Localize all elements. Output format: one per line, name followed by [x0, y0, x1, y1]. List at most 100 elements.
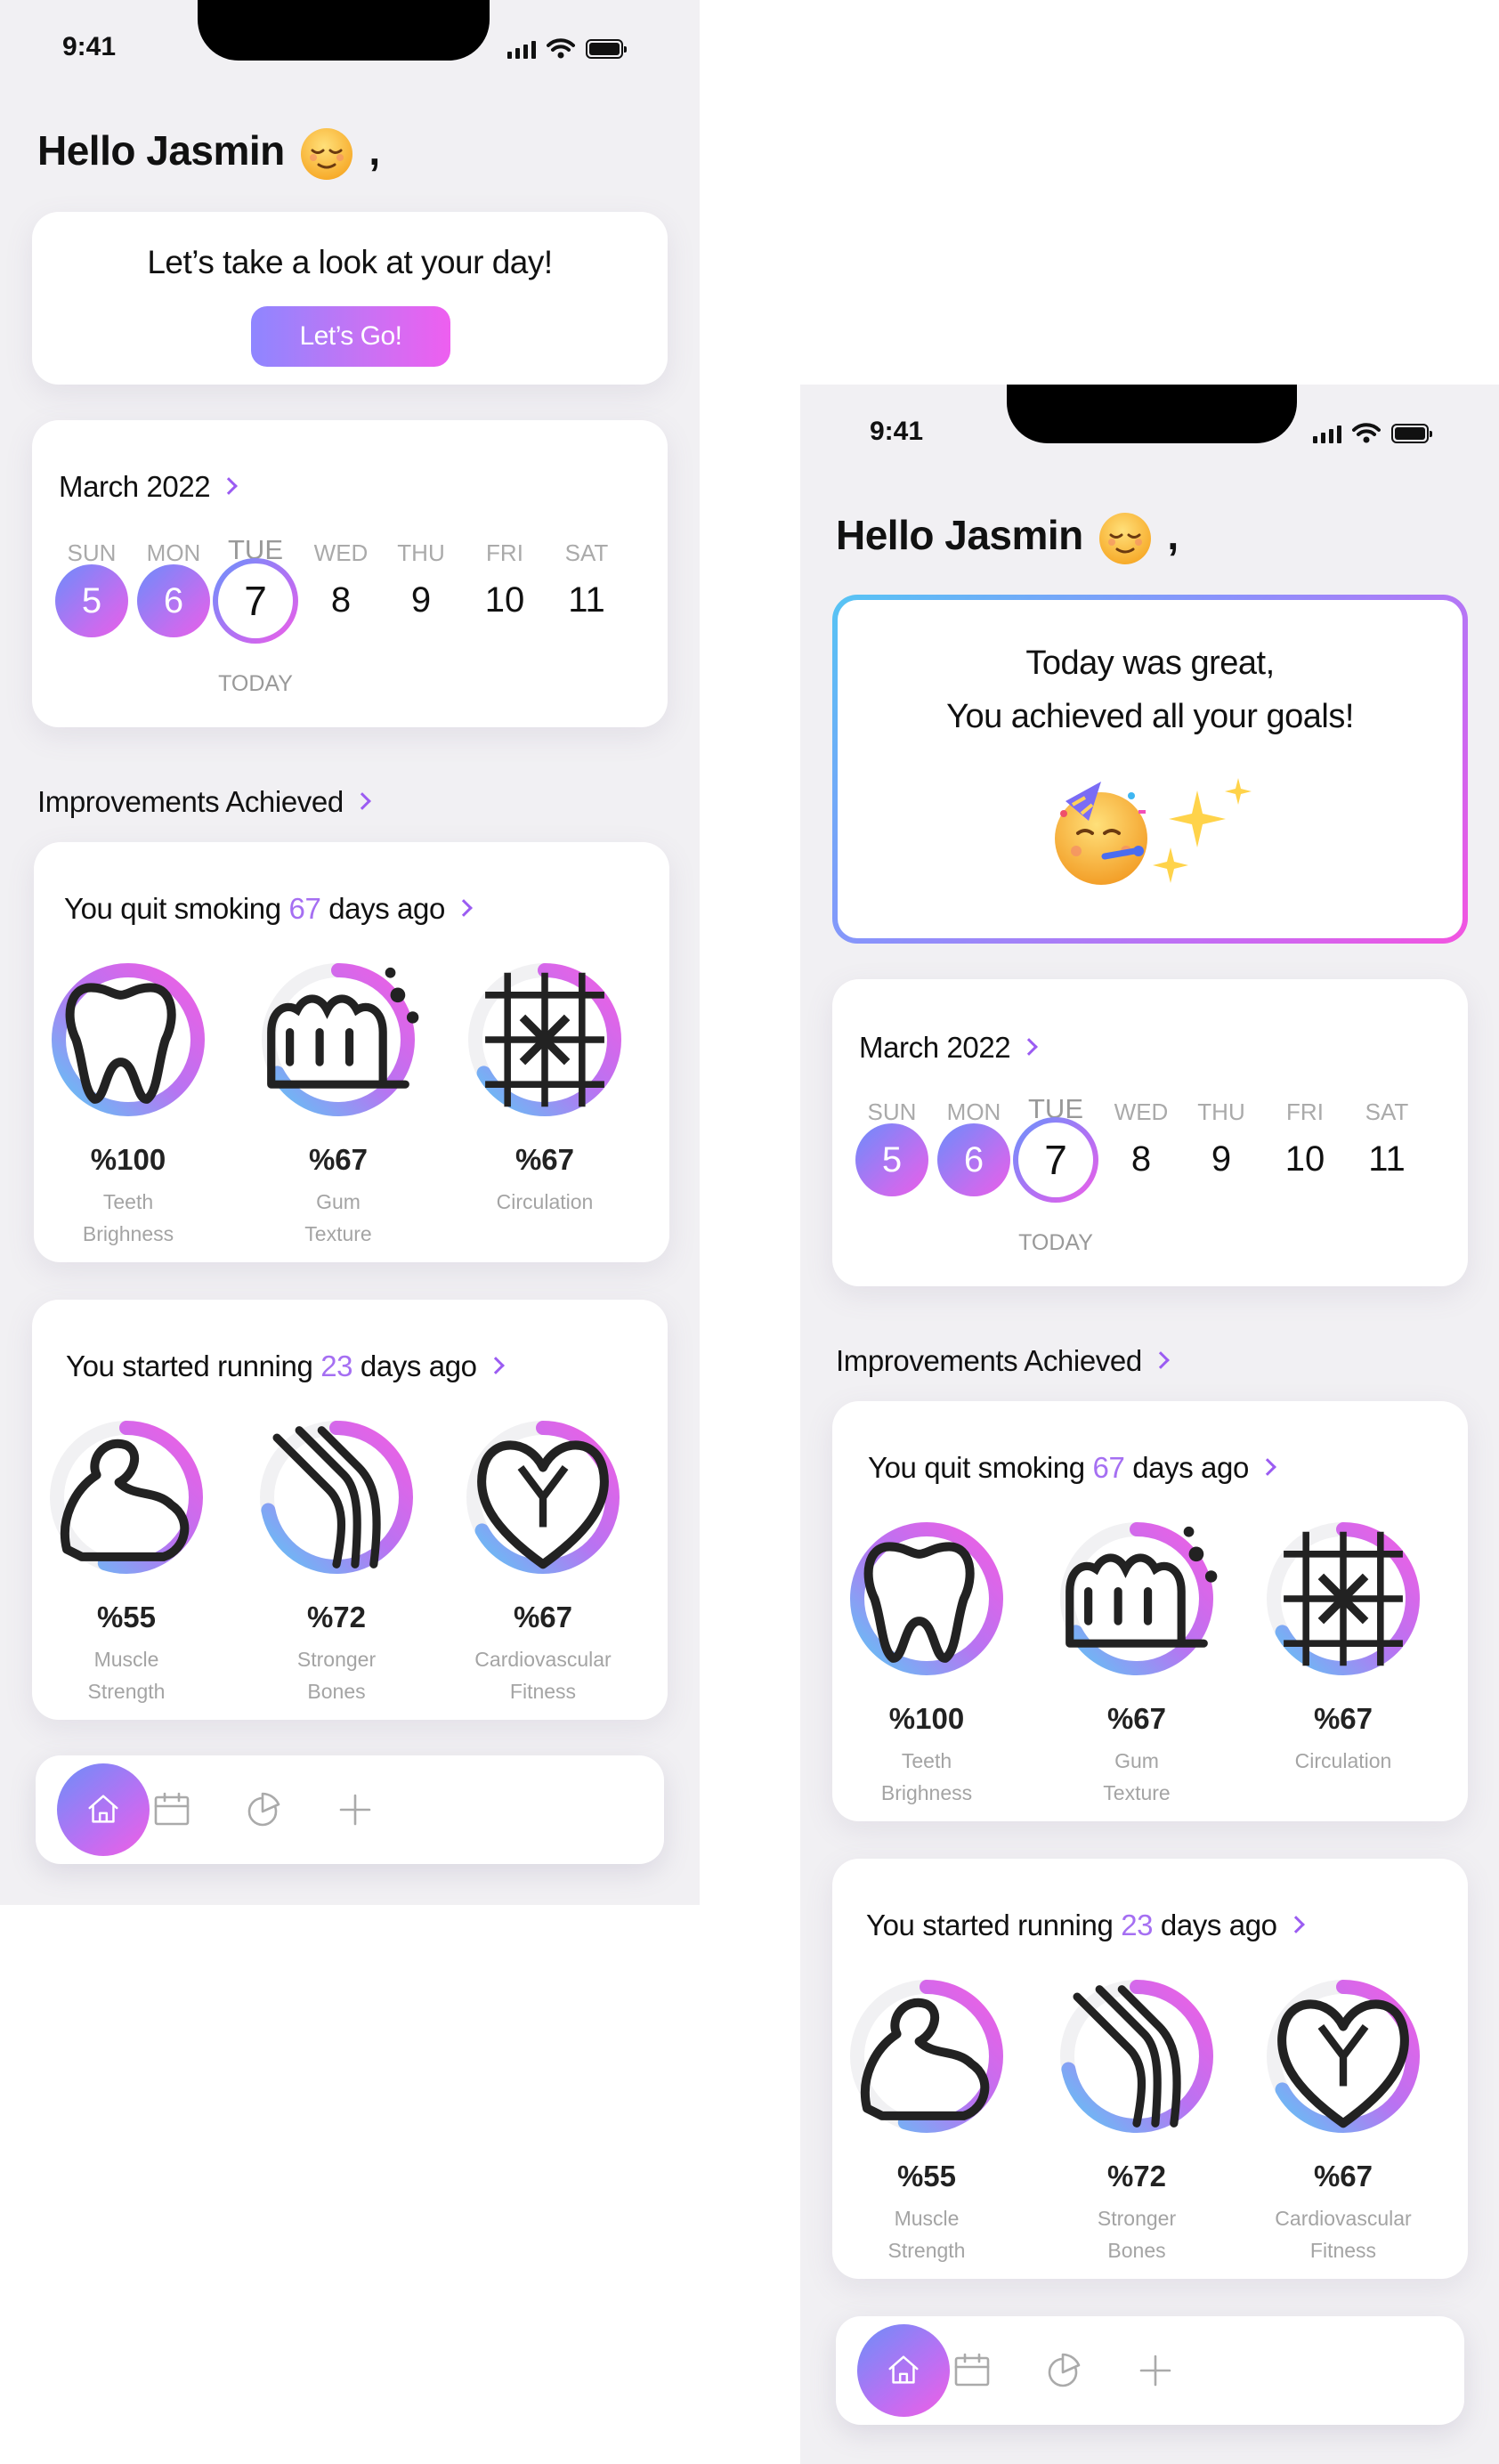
chevron-right-icon [486, 1357, 505, 1375]
running-title[interactable]: You started running 23 days ago [66, 1350, 505, 1383]
improvements-link[interactable]: Improvements Achieved [37, 785, 371, 819]
day-9[interactable]: 9 [1181, 1139, 1261, 1179]
bottom-nav [36, 1755, 664, 1864]
metric-sublabel: Fitness [1309, 2239, 1377, 2262]
day-7-today[interactable]: 7 [1013, 1117, 1098, 1203]
day-name-thu: THU [1197, 1098, 1245, 1125]
calendar-icon [154, 1792, 190, 1826]
metric-sublabel: Texture [304, 1222, 372, 1245]
home-screen-goals: 9:41 Hello Jasmin , Today was great, You… [800, 385, 1499, 2464]
chevron-right-icon [1286, 1916, 1305, 1934]
greeting-comma: , [369, 127, 380, 174]
nav-home-button[interactable] [857, 2324, 950, 2417]
calendar-icon [954, 2353, 990, 2387]
running-days: 23 [1121, 1909, 1154, 1941]
greeting: Hello Jasmin , [37, 126, 380, 182]
chevron-right-icon [220, 477, 239, 496]
progress-ring [256, 958, 420, 1122]
nav-plus-button[interactable] [1135, 2350, 1176, 2391]
battery-icon [1391, 424, 1432, 443]
chevron-right-icon [352, 792, 371, 811]
metric-value: %55 [96, 1601, 157, 1633]
metric-sublabel: Brighness [82, 1222, 174, 1245]
day-7-today[interactable]: 7 [213, 558, 298, 644]
nav-chart-button[interactable] [242, 1789, 283, 1830]
notch [1007, 385, 1297, 443]
progress-ring [255, 1415, 418, 1579]
day-name-sun: SUN [867, 1098, 917, 1125]
tooth-icon [65, 983, 176, 1104]
running-post: days ago [1160, 1909, 1277, 1941]
metric-sublabel: Bones [1107, 2239, 1166, 2262]
day-5-completed[interactable]: 5 [855, 1123, 928, 1196]
muscle-icon [60, 1439, 190, 1561]
bone-icon [272, 1426, 381, 1568]
running-pre: You started running [866, 1909, 1114, 1941]
improvements-link[interactable]: Improvements Achieved [836, 1344, 1170, 1378]
metric-value: %67 [308, 1143, 369, 1176]
metric-value: %67 [513, 1601, 573, 1633]
running-card: You started running 23 days ago %55 Muscl… [832, 1859, 1468, 2279]
nav-calendar-button[interactable] [151, 1789, 192, 1830]
heart-icon [477, 1440, 609, 1569]
gum-icon [267, 967, 419, 1089]
metric-value: %72 [1106, 2160, 1167, 2192]
chevron-right-icon [1020, 1038, 1039, 1057]
day-10[interactable]: 10 [1265, 1139, 1345, 1179]
metric-label: Teeth [901, 1749, 952, 1772]
nav-chart-button[interactable] [1042, 2350, 1083, 2391]
signal-icon [1313, 426, 1341, 443]
muscle-icon [860, 1998, 990, 2120]
nav-home-button[interactable] [57, 1763, 150, 1856]
progress-ring [1261, 1517, 1425, 1681]
goal-line-1: Today was great, [1025, 644, 1275, 682]
day-name-fri: FRI [1286, 1098, 1324, 1125]
day-name-wed: WED [313, 539, 369, 566]
notch [198, 0, 490, 61]
day-8[interactable]: 8 [1101, 1139, 1181, 1179]
smoking-title[interactable]: You quit smoking 67 days ago [64, 892, 473, 926]
signal-icon [507, 41, 536, 59]
smoking-days: 67 [1092, 1451, 1125, 1484]
day-name-sun: SUN [67, 539, 117, 566]
day-6-completed[interactable]: 6 [937, 1123, 1010, 1196]
day-9[interactable]: 9 [381, 580, 461, 620]
metric-label: Muscle [894, 2207, 960, 2230]
running-title[interactable]: You started running 23 days ago [866, 1909, 1305, 1942]
day-5-completed[interactable]: 5 [55, 564, 128, 637]
day-11[interactable]: 11 [1347, 1139, 1427, 1179]
smoking-pre: You quit smoking [868, 1451, 1085, 1484]
day-11[interactable]: 11 [547, 580, 627, 620]
nav-plus-button[interactable] [335, 1789, 376, 1830]
today-label: TODAY [218, 671, 293, 696]
progress-ring [845, 1974, 1009, 2138]
metric-label: Teeth [102, 1190, 154, 1213]
running-pre: You started running [66, 1350, 313, 1382]
day-8[interactable]: 8 [301, 580, 381, 620]
day-name-wed: WED [1114, 1098, 1169, 1125]
circulation-icon [485, 972, 604, 1107]
day-name-sat: SAT [564, 539, 609, 566]
day-6-completed[interactable]: 6 [137, 564, 210, 637]
status-icons [1313, 422, 1432, 443]
metric-label: Circulation [496, 1190, 594, 1213]
month-selector[interactable]: March 2022 [59, 470, 239, 504]
smoking-post: days ago [1132, 1451, 1249, 1484]
month-selector[interactable]: March 2022 [859, 1031, 1039, 1065]
metric-label: Stronger [1097, 2207, 1177, 2230]
smoking-title[interactable]: You quit smoking 67 days ago [868, 1451, 1276, 1485]
chevron-right-icon [1151, 1351, 1170, 1370]
lets-go-button[interactable]: Let’s Go! [251, 306, 450, 367]
tooth-icon [863, 1542, 975, 1663]
metric-label: Cardiovascular [474, 1648, 612, 1671]
day-10[interactable]: 10 [465, 580, 545, 620]
smoking-card: You quit smoking 67 days ago %100 Teeth Br… [832, 1401, 1468, 1821]
artboard: 9:41 Hello Jasmin , Let’s take a look at… [0, 0, 1499, 2464]
metric-value: %67 [1106, 1702, 1167, 1735]
metric-sublabel: Strength [887, 2239, 966, 2262]
relieved-face-icon [301, 128, 353, 180]
nav-calendar-button[interactable] [952, 2350, 993, 2391]
plus-icon [339, 1794, 371, 1826]
circulation-icon [1284, 1531, 1403, 1666]
plus-icon [1139, 2355, 1171, 2387]
